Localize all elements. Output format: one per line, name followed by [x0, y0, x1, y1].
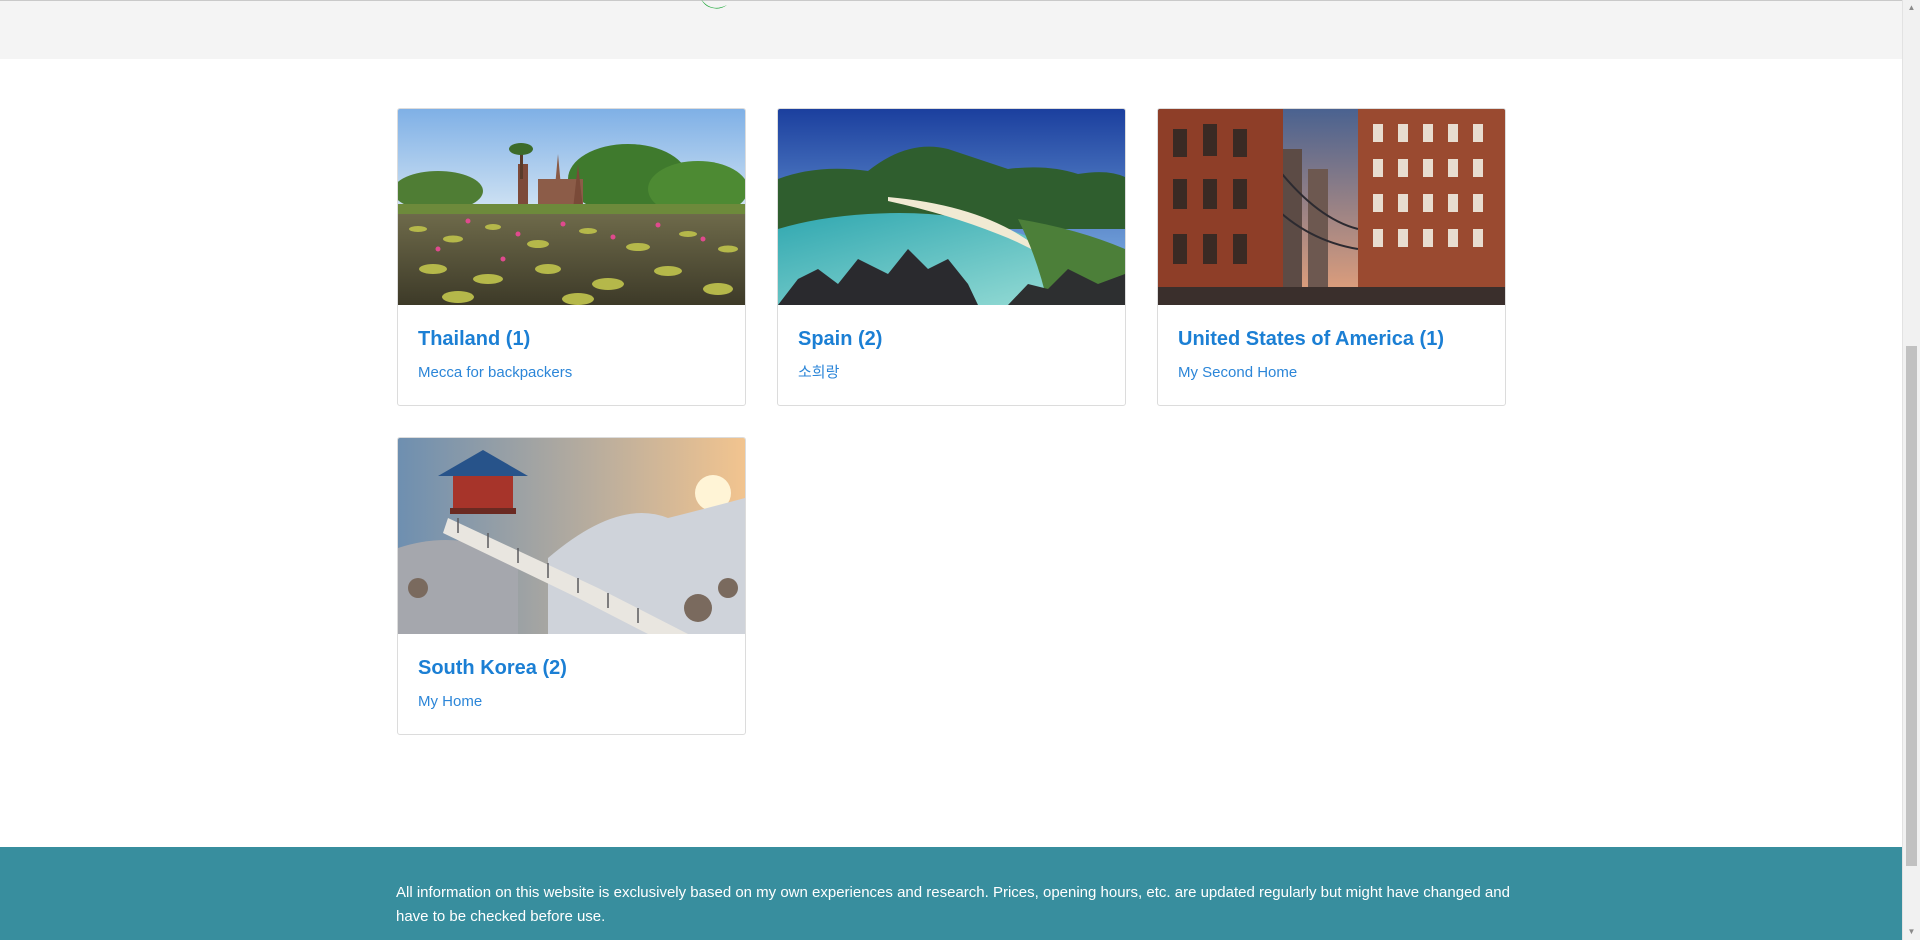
page: Thailand (1) Mecca for backpackers Spain… [0, 0, 1920, 940]
scrollbar-thumb[interactable] [1906, 346, 1917, 866]
card-body: Thailand (1) Mecca for backpackers [398, 305, 745, 383]
card-subtitle[interactable]: My Second Home [1178, 363, 1485, 383]
card-subtitle[interactable]: Mecca for backpackers [418, 363, 725, 383]
card-title[interactable]: United States of America (1) [1178, 327, 1485, 351]
leaf-logo-icon[interactable] [699, 0, 731, 13]
destination-card-united-states[interactable]: United States of America (1) My Second H… [1157, 108, 1506, 406]
card-title[interactable]: Thailand (1) [418, 327, 725, 351]
footer-disclaimer: All information on this website is exclu… [396, 884, 1510, 925]
card-title[interactable]: Spain (2) [798, 327, 1105, 351]
scroll-up-icon[interactable]: ▲ [1903, 0, 1920, 16]
destination-card-south-korea[interactable]: South Korea (2) My Home [397, 437, 746, 735]
scroll-down-icon[interactable]: ▼ [1903, 924, 1920, 940]
brooklyn-manhattan-bridge-image[interactable] [1158, 109, 1505, 305]
card-body: South Korea (2) My Home [398, 634, 745, 712]
destination-card-spain[interactable]: Spain (2) 소희랑 [777, 108, 1126, 406]
card-title[interactable]: South Korea (2) [418, 656, 725, 680]
site-footer: All information on this website is exclu… [0, 847, 1902, 940]
card-body: United States of America (1) My Second H… [1158, 305, 1505, 383]
card-body: Spain (2) 소희랑 [778, 305, 1125, 383]
destination-grid: Thailand (1) Mecca for backpackers Spain… [397, 108, 1507, 735]
card-subtitle[interactable]: 소희랑 [798, 363, 1105, 383]
destination-card-thailand[interactable]: Thailand (1) Mecca for backpackers [397, 108, 746, 406]
site-header [0, 0, 1902, 59]
tropical-beach-bay-image[interactable] [778, 109, 1125, 305]
thailand-temple-lotus-pond-image[interactable] [398, 109, 745, 305]
snowy-pavilion-bridge-image[interactable] [398, 438, 745, 634]
card-subtitle[interactable]: My Home [418, 692, 725, 712]
vertical-scrollbar[interactable]: ▲ ▼ [1902, 0, 1920, 940]
